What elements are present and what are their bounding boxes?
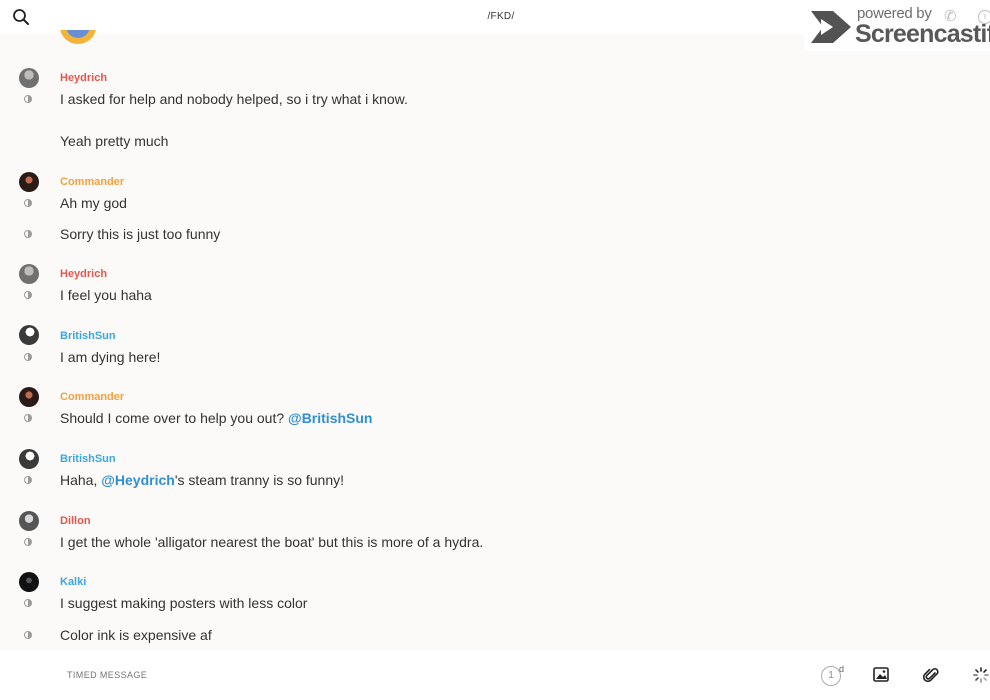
message-text: I get the whole 'alligator nearest the b…	[60, 534, 484, 550]
loading-spinner-icon[interactable]	[973, 667, 989, 683]
message-author[interactable]: BritishSun	[60, 330, 116, 342]
message-text: Color ink is expensive af	[60, 627, 212, 643]
message-text: I feel you haha	[60, 287, 152, 303]
message-author[interactable]: Commander	[60, 391, 124, 403]
message-text-part: Should I come over to help you out?	[60, 410, 285, 426]
avatar[interactable]	[19, 264, 39, 284]
avatar[interactable]	[19, 387, 39, 407]
message-text: Ah my god	[60, 195, 127, 211]
watermark-brand: Screencastify	[855, 20, 990, 48]
message-composer: 1 d	[0, 650, 990, 700]
message-text-part: Haha,	[60, 472, 98, 488]
message-text: I am dying here!	[60, 349, 161, 365]
message-text: Haha, @Heydrich's steam tranny is so fun…	[60, 472, 344, 488]
timer-icon	[24, 599, 32, 607]
screencastify-logo-icon	[809, 9, 853, 50]
avatar[interactable]	[19, 449, 39, 469]
message-text: Sorry this is just too funny	[60, 226, 221, 242]
message-author[interactable]: Heydrich	[60, 72, 107, 84]
emoji-sticker	[60, 30, 96, 45]
avatar[interactable]	[19, 511, 39, 531]
message-text: Should I come over to help you out? @Bri…	[60, 410, 372, 426]
screencastify-watermark: powered by Screencastify ✆ i	[804, 3, 990, 51]
avatar[interactable]	[19, 572, 39, 592]
timer-icon	[24, 476, 32, 484]
timer-icon	[24, 631, 32, 639]
message-text-part: 's steam tranny is so funny!	[174, 472, 345, 488]
phone-icon: ✆	[944, 8, 957, 25]
message-text: I asked for help and nobody helped, so i…	[60, 91, 408, 107]
message-author[interactable]: Dillon	[60, 515, 91, 527]
message-author[interactable]: BritishSun	[60, 453, 116, 465]
timer-icon	[24, 291, 32, 299]
avatar[interactable]	[19, 68, 39, 88]
timer-icon	[24, 353, 32, 361]
info-icon: i	[978, 10, 990, 24]
message-author[interactable]: Kalki	[60, 576, 86, 588]
timer-button[interactable]: 1	[821, 666, 841, 686]
paperclip-icon[interactable]	[922, 666, 939, 684]
message-author[interactable]: Heydrich	[60, 268, 107, 280]
message-text: Yeah pretty much	[60, 133, 169, 149]
avatar[interactable]	[19, 172, 39, 192]
timer-icon	[24, 95, 32, 103]
user-mention[interactable]: @Heydrich	[101, 472, 175, 488]
message-input[interactable]	[67, 670, 767, 680]
message-author[interactable]: Commander	[60, 176, 124, 188]
timer-unit: d	[839, 664, 845, 674]
avatar[interactable]	[19, 325, 39, 345]
timer-icon	[24, 230, 32, 238]
user-mention[interactable]: @BritishSun	[288, 410, 372, 426]
image-icon[interactable]	[873, 667, 889, 682]
timer-icon	[24, 199, 32, 207]
timer-icon	[24, 538, 32, 546]
message-text: I suggest making posters with less color	[60, 595, 308, 611]
timer-icon	[24, 414, 32, 422]
